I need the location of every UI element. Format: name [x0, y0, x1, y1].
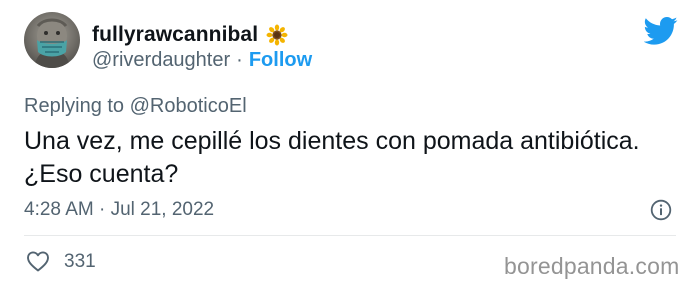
tweet-text-line: Una vez, me cepillé los dientes con poma…	[24, 127, 640, 155]
info-icon[interactable]	[650, 199, 672, 221]
handle-row: @riverdaughter · Follow	[92, 49, 312, 72]
follow-button[interactable]: Follow	[249, 49, 312, 72]
separator-dot: ·	[236, 49, 243, 71]
divider	[24, 235, 676, 236]
tweet-card: fullyrawcannibal @riverdaughter · Follow…	[0, 0, 700, 288]
avatar-image	[34, 18, 70, 68]
tweet-timestamp[interactable]: 4:28 AM · Jul 21, 2022	[24, 199, 214, 221]
author-name-row: fullyrawcannibal	[92, 22, 288, 48]
user-handle[interactable]: @riverdaughter	[92, 49, 230, 72]
like-count[interactable]: 331	[64, 251, 96, 273]
tweet-text-line: ¿Eso cuenta?	[24, 160, 179, 188]
sunflower-icon	[266, 24, 288, 46]
avatar[interactable]	[24, 12, 80, 68]
heart-icon[interactable]	[26, 250, 50, 272]
replying-to: Replying to @RoboticoEl	[24, 95, 247, 118]
twitter-bird-icon[interactable]	[644, 16, 678, 46]
reply-prefix: Replying to	[24, 95, 125, 117]
tweet-text: Una vez, me cepillé los dientes con poma…	[24, 125, 684, 191]
watermark: boredpanda.com	[504, 253, 680, 279]
display-name[interactable]: fullyrawcannibal	[92, 23, 258, 47]
reply-mention-link[interactable]: @RoboticoEl	[130, 95, 247, 117]
